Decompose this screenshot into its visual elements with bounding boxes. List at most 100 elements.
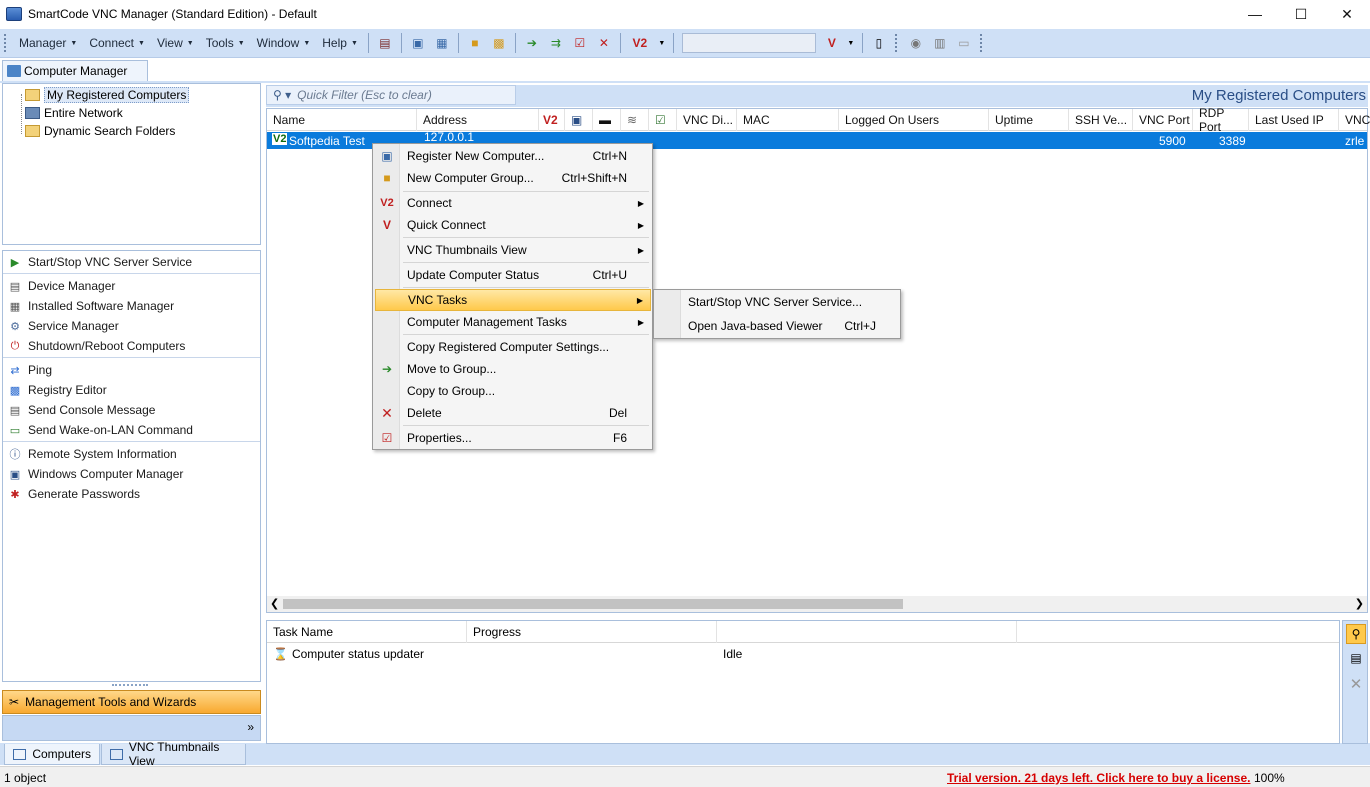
toolbar-grip[interactable] xyxy=(894,34,898,52)
column-check-icon[interactable]: ☑ xyxy=(649,109,677,131)
menu-item-update-computer-status[interactable]: Update Computer Status Ctrl+U xyxy=(375,264,651,286)
task-start-stop-vnc[interactable]: ▶ Start/Stop VNC Server Service xyxy=(7,253,192,271)
task-shutdown-reboot[interactable]: ⏻ Shutdown/Reboot Computers xyxy=(7,337,186,355)
properties-icon[interactable]: ☑ xyxy=(571,34,589,52)
quick-connect-icon[interactable]: V xyxy=(823,34,841,52)
column-address[interactable]: Address xyxy=(417,109,539,131)
column-logged-on-users[interactable]: Logged On Users xyxy=(839,109,989,131)
menu-item-properties[interactable]: ☑ Properties... F6 xyxy=(375,427,651,449)
menu-item-copy-settings[interactable]: Copy Registered Computer Settings... xyxy=(375,336,651,358)
quick-filter-input[interactable]: ⚲ ▾ Quick Filter (Esc to clear) xyxy=(266,85,516,105)
search-icon[interactable]: ⚲ xyxy=(1346,624,1366,644)
menu-help[interactable]: Help ▼ xyxy=(316,32,364,54)
column-vnc[interactable]: VNC xyxy=(1339,109,1370,131)
task-remote-system-info[interactable]: ⓘ Remote System Information xyxy=(7,445,177,463)
tab-computer-manager[interactable]: Computer Manager xyxy=(2,60,148,81)
chevron-right-icon[interactable]: ❯ xyxy=(1355,597,1364,610)
clipboard-icon[interactable]: ▯ xyxy=(870,34,888,52)
chevron-down-icon[interactable]: ▼ xyxy=(658,34,666,52)
menu-view[interactable]: View ▼ xyxy=(151,32,200,54)
computers-icon[interactable]: ▣ xyxy=(409,34,427,52)
register-computer-icon[interactable]: ▦ xyxy=(433,34,451,52)
tree-item-entire-network[interactable]: Entire Network xyxy=(25,104,123,121)
menu-item-register-new-computer[interactable]: ▣ Register New Computer... Ctrl+N xyxy=(375,145,651,167)
copy-to-group-icon[interactable]: ⇉ xyxy=(547,34,565,52)
menu-item-label: New Computer Group... xyxy=(407,171,534,185)
task-installed-software[interactable]: ▦ Installed Software Manager xyxy=(7,297,174,315)
vnc-connect-icon[interactable]: V2 xyxy=(628,34,652,52)
monitor-settings-icon[interactable]: ▥ xyxy=(931,34,949,52)
menu-item-delete[interactable]: ✕ Delete Del xyxy=(375,402,651,424)
vnc-computer-icon: V2 xyxy=(272,133,288,145)
menu-item-new-computer-group[interactable]: ■ New Computer Group... Ctrl+Shift+N xyxy=(375,167,651,189)
column-last-used-ip[interactable]: Last Used IP xyxy=(1249,109,1339,131)
column-rdp-port[interactable]: RDP Port xyxy=(1193,106,1249,134)
new-folder-icon[interactable]: ■ xyxy=(466,34,484,52)
task-device-manager[interactable]: ▤ Device Manager xyxy=(7,277,116,295)
task-row[interactable]: ⌛ Computer status updater xyxy=(273,645,424,663)
menu-connect[interactable]: Connect ▼ xyxy=(83,32,151,54)
column-task-name[interactable]: Task Name xyxy=(267,621,467,643)
splitter-grip[interactable] xyxy=(112,684,148,687)
chevron-double-icon[interactable]: » xyxy=(247,720,254,734)
menu-item-copy-to-group[interactable]: Copy to Group... xyxy=(375,380,651,402)
maximize-button[interactable]: ☐ xyxy=(1278,0,1324,28)
column-uptime[interactable]: Uptime xyxy=(989,109,1069,131)
column-status[interactable] xyxy=(717,621,1017,643)
task-generate-passwords[interactable]: ✱ Generate Passwords xyxy=(7,485,140,503)
column-status-icon[interactable]: ▣ xyxy=(565,109,593,131)
column-vnc-port[interactable]: VNC Port xyxy=(1133,109,1193,131)
management-tools-panel-header[interactable]: ✂ Management Tools and Wizards xyxy=(2,690,261,714)
menu-item-open-java-viewer[interactable]: Open Java-based Viewer Ctrl+J xyxy=(656,315,898,337)
document-icon[interactable]: ▤ xyxy=(376,34,394,52)
menu-item-connect[interactable]: V2 Connect ▶ xyxy=(375,192,651,214)
task-ping[interactable]: ⇄ Ping xyxy=(7,361,52,379)
menu-tools[interactable]: Tools ▼ xyxy=(200,32,251,54)
context-menu: ▣ Register New Computer... Ctrl+N ■ New … xyxy=(372,143,653,450)
minimize-button[interactable]: — xyxy=(1232,0,1278,28)
delete-icon[interactable]: ✕ xyxy=(595,34,613,52)
menu-window[interactable]: Window ▼ xyxy=(251,32,317,54)
move-to-group-icon[interactable]: ➔ xyxy=(523,34,541,52)
trial-license-link[interactable]: Trial version. 21 days left. Click here … xyxy=(947,771,1250,785)
cancel-task-icon[interactable]: ✕ xyxy=(1346,674,1366,694)
menu-item-quick-connect[interactable]: V Quick Connect ▶ xyxy=(375,214,651,236)
column-mac[interactable]: MAC xyxy=(737,109,839,131)
column-label: Last Used IP xyxy=(1255,113,1324,127)
toolbar-grip[interactable] xyxy=(4,34,7,52)
menu-item-vnc-tasks[interactable]: VNC Tasks ▶ xyxy=(375,289,651,311)
menu-item-move-to-group[interactable]: ➔ Move to Group... xyxy=(375,358,651,380)
list-icon[interactable]: ▤ xyxy=(1346,648,1366,668)
tab-vnc-thumbnails[interactable]: VNC Thumbnails View xyxy=(101,740,246,768)
task-service-manager[interactable]: ⚙ Service Manager xyxy=(7,317,119,335)
menu-separator xyxy=(403,334,649,335)
task-send-console-message[interactable]: ▤ Send Console Message xyxy=(7,401,156,419)
column-vnc-display[interactable]: VNC Di... xyxy=(677,109,737,131)
menu-item-start-stop-vnc-service[interactable]: Start/Stop VNC Server Service... xyxy=(656,291,898,313)
scrollbar-thumb[interactable] xyxy=(283,599,903,609)
play-icon[interactable]: ◉ xyxy=(907,34,925,52)
chevron-down-icon[interactable]: ▼ xyxy=(847,34,855,52)
column-ssh-version[interactable]: SSH Ve... xyxy=(1069,109,1133,131)
column-progress[interactable]: Progress xyxy=(467,621,717,643)
chevron-left-icon[interactable]: ❮ xyxy=(270,597,279,610)
column-vnc-icon[interactable]: V2 xyxy=(539,109,565,131)
column-ssh-icon[interactable]: ≋ xyxy=(621,109,649,131)
quick-connect-input[interactable] xyxy=(681,33,816,53)
tree-item-dynamic-search-folders[interactable]: Dynamic Search Folders xyxy=(25,122,175,139)
menu-manager[interactable]: Manager ▼ xyxy=(13,32,83,54)
task-windows-computer-manager[interactable]: ▣ Windows Computer Manager xyxy=(7,465,184,483)
menu-item-vnc-thumbnails-view[interactable]: VNC Thumbnails View ▶ xyxy=(375,239,651,261)
trash-icon[interactable]: ▭ xyxy=(955,34,973,52)
task-registry-editor[interactable]: ▩ Registry Editor xyxy=(7,381,107,399)
toolbar-grip[interactable] xyxy=(979,34,983,52)
horizontal-scrollbar[interactable]: ❮ ❯ xyxy=(267,596,1367,612)
close-button[interactable]: ✕ xyxy=(1324,0,1370,28)
menu-item-computer-management-tasks[interactable]: Computer Management Tasks ▶ xyxy=(375,311,651,333)
task-wake-on-lan[interactable]: ▭ Send Wake-on-LAN Command xyxy=(7,421,193,439)
search-folder-icon[interactable]: ▩ xyxy=(490,34,508,52)
tab-computers[interactable]: Computers xyxy=(4,744,100,765)
column-name[interactable]: Name xyxy=(267,109,417,131)
tree-item-my-registered-computers[interactable]: My Registered Computers xyxy=(25,86,190,103)
column-console-icon[interactable]: ▬ xyxy=(593,109,621,131)
